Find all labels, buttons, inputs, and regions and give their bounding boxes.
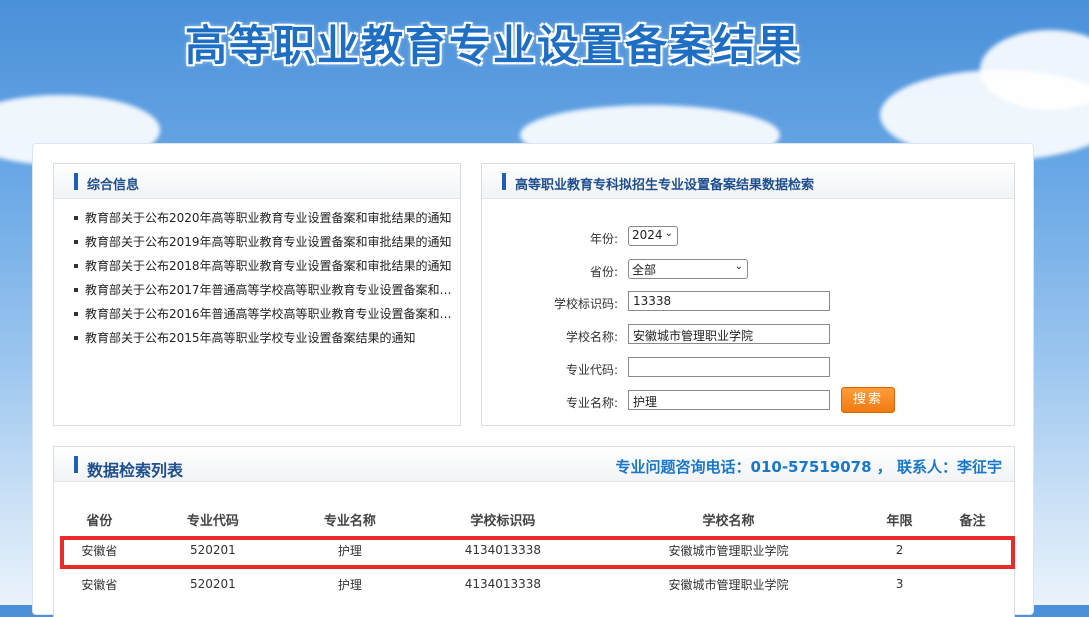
column-header: 学校标识码: [470, 513, 536, 529]
province-cell: 安徽省: [81, 577, 118, 592]
province-label: 省份:: [589, 265, 618, 279]
hotline-text: 专业问题咨询电话：010-57519078 ， 联系人：李征宇: [615, 458, 1002, 476]
results-panel-title: 数据检索列表: [87, 461, 184, 480]
highlight-box: [60, 536, 1015, 569]
section-marker: [74, 456, 78, 473]
news-item[interactable]: 教育部关于公布2016年普通高等学校高等职业教育专业设置备案和审...: [74, 302, 460, 326]
school-code-input[interactable]: 13338: [628, 291, 830, 311]
column-header: 专业名称: [323, 513, 376, 529]
bullet-icon: [74, 287, 78, 292]
news-item[interactable]: 教育部关于公布2017年普通高等学校高等职业教育专业设置备案和审...: [74, 278, 460, 302]
page-title: 高等职业教育专业设置备案结果: [185, 21, 802, 70]
bullet-icon: [74, 335, 78, 340]
search-button[interactable]: 搜索: [841, 387, 895, 413]
major-code-input[interactable]: [628, 357, 830, 377]
bullet-icon: [74, 263, 78, 268]
search-panel-header: 高等职业教育专科拟招生专业设置备案结果数据检索: [482, 164, 1014, 199]
bullet-icon: [74, 215, 78, 220]
year-select[interactable]: 2024 ⌄: [628, 226, 678, 246]
news-item[interactable]: 教育部关于公布2020年高等职业教育专业设置备案和审批结果的通知: [74, 206, 460, 230]
column-header: 年限: [886, 513, 913, 529]
school-code-row: 学校标识码: 13338: [482, 291, 1012, 315]
school-name-label: 学校名称:: [565, 330, 618, 344]
major-name-row: 专业名称: 护理 搜索: [482, 387, 1012, 414]
news-item[interactable]: 教育部关于公布2015年高等职业学校专业设置备案结果的通知: [74, 326, 460, 350]
year-row: 年份: 2024 ⌄: [482, 226, 1012, 250]
news-item[interactable]: 教育部关于公布2019年高等职业教育专业设置备案和审批结果的通知: [74, 230, 460, 254]
duration-cell: 3: [895, 577, 904, 591]
news-item[interactable]: 教育部关于公布2018年高等职业教育专业设置备案和审批结果的通知: [74, 254, 460, 278]
column-header: 学校名称: [702, 513, 755, 529]
major-code-cell: 520201: [189, 577, 236, 591]
province-select[interactable]: 全部 ⌄: [628, 259, 748, 279]
school-name-input[interactable]: 安徽城市管理职业学院: [628, 324, 830, 344]
table-row: 安徽省 520201 护理 4134013338 安徽城市管理职业学院 3: [62, 567, 1008, 601]
column-header: 专业代码: [186, 513, 239, 529]
year-label: 年份:: [589, 232, 618, 246]
results-panel: 数据检索列表 专业问题咨询电话：010-57519078 ， 联系人：李征宇 省…: [53, 446, 1015, 617]
bullet-icon: [74, 311, 78, 316]
results-panel-header: 数据检索列表 专业问题咨询电话：010-57519078 ， 联系人：李征宇: [54, 447, 1014, 482]
column-header: 备注: [959, 513, 986, 529]
news-panel-title: 综合信息: [87, 178, 140, 193]
remark-cell: [937, 567, 1008, 601]
school-name-cell: 安徽城市管理职业学院: [668, 577, 789, 592]
major-code-row: 专业代码:: [482, 357, 1012, 381]
chevron-down-icon: ⌄: [734, 261, 743, 272]
major-name-input[interactable]: 护理: [628, 390, 830, 410]
news-list: 教育部关于公布2020年高等职业教育专业设置备案和审批结果的通知 教育部关于公布…: [74, 206, 460, 350]
search-panel: 高等职业教育专科拟招生专业设置备案结果数据检索 年份: 2024 ⌄ 省份: 全…: [481, 163, 1015, 426]
school-code-label: 学校标识码:: [553, 297, 618, 311]
major-name-label: 专业名称:: [565, 396, 618, 410]
school-name-row: 学校名称: 安徽城市管理职业学院: [482, 324, 1012, 348]
bullet-icon: [74, 239, 78, 244]
column-header: 省份: [86, 513, 113, 529]
table-header-row: 省份 专业代码 专业名称 学校标识码 学校名称 年限 备注: [62, 505, 1008, 533]
search-panel-title: 高等职业教育专科拟招生专业设置备案结果数据检索: [515, 178, 815, 193]
province-row: 省份: 全部 ⌄: [482, 259, 1012, 283]
section-marker: [74, 173, 78, 190]
section-marker: [502, 173, 506, 190]
chevron-down-icon: ⌄: [664, 228, 673, 239]
major-name-cell: 护理: [337, 577, 362, 592]
news-panel-header: 综合信息: [54, 164, 460, 199]
school-code-cell: 4134013338: [464, 577, 542, 591]
news-panel: 综合信息 教育部关于公布2020年高等职业教育专业设置备案和审批结果的通知 教育…: [53, 163, 461, 426]
major-code-label: 专业代码:: [565, 363, 618, 377]
